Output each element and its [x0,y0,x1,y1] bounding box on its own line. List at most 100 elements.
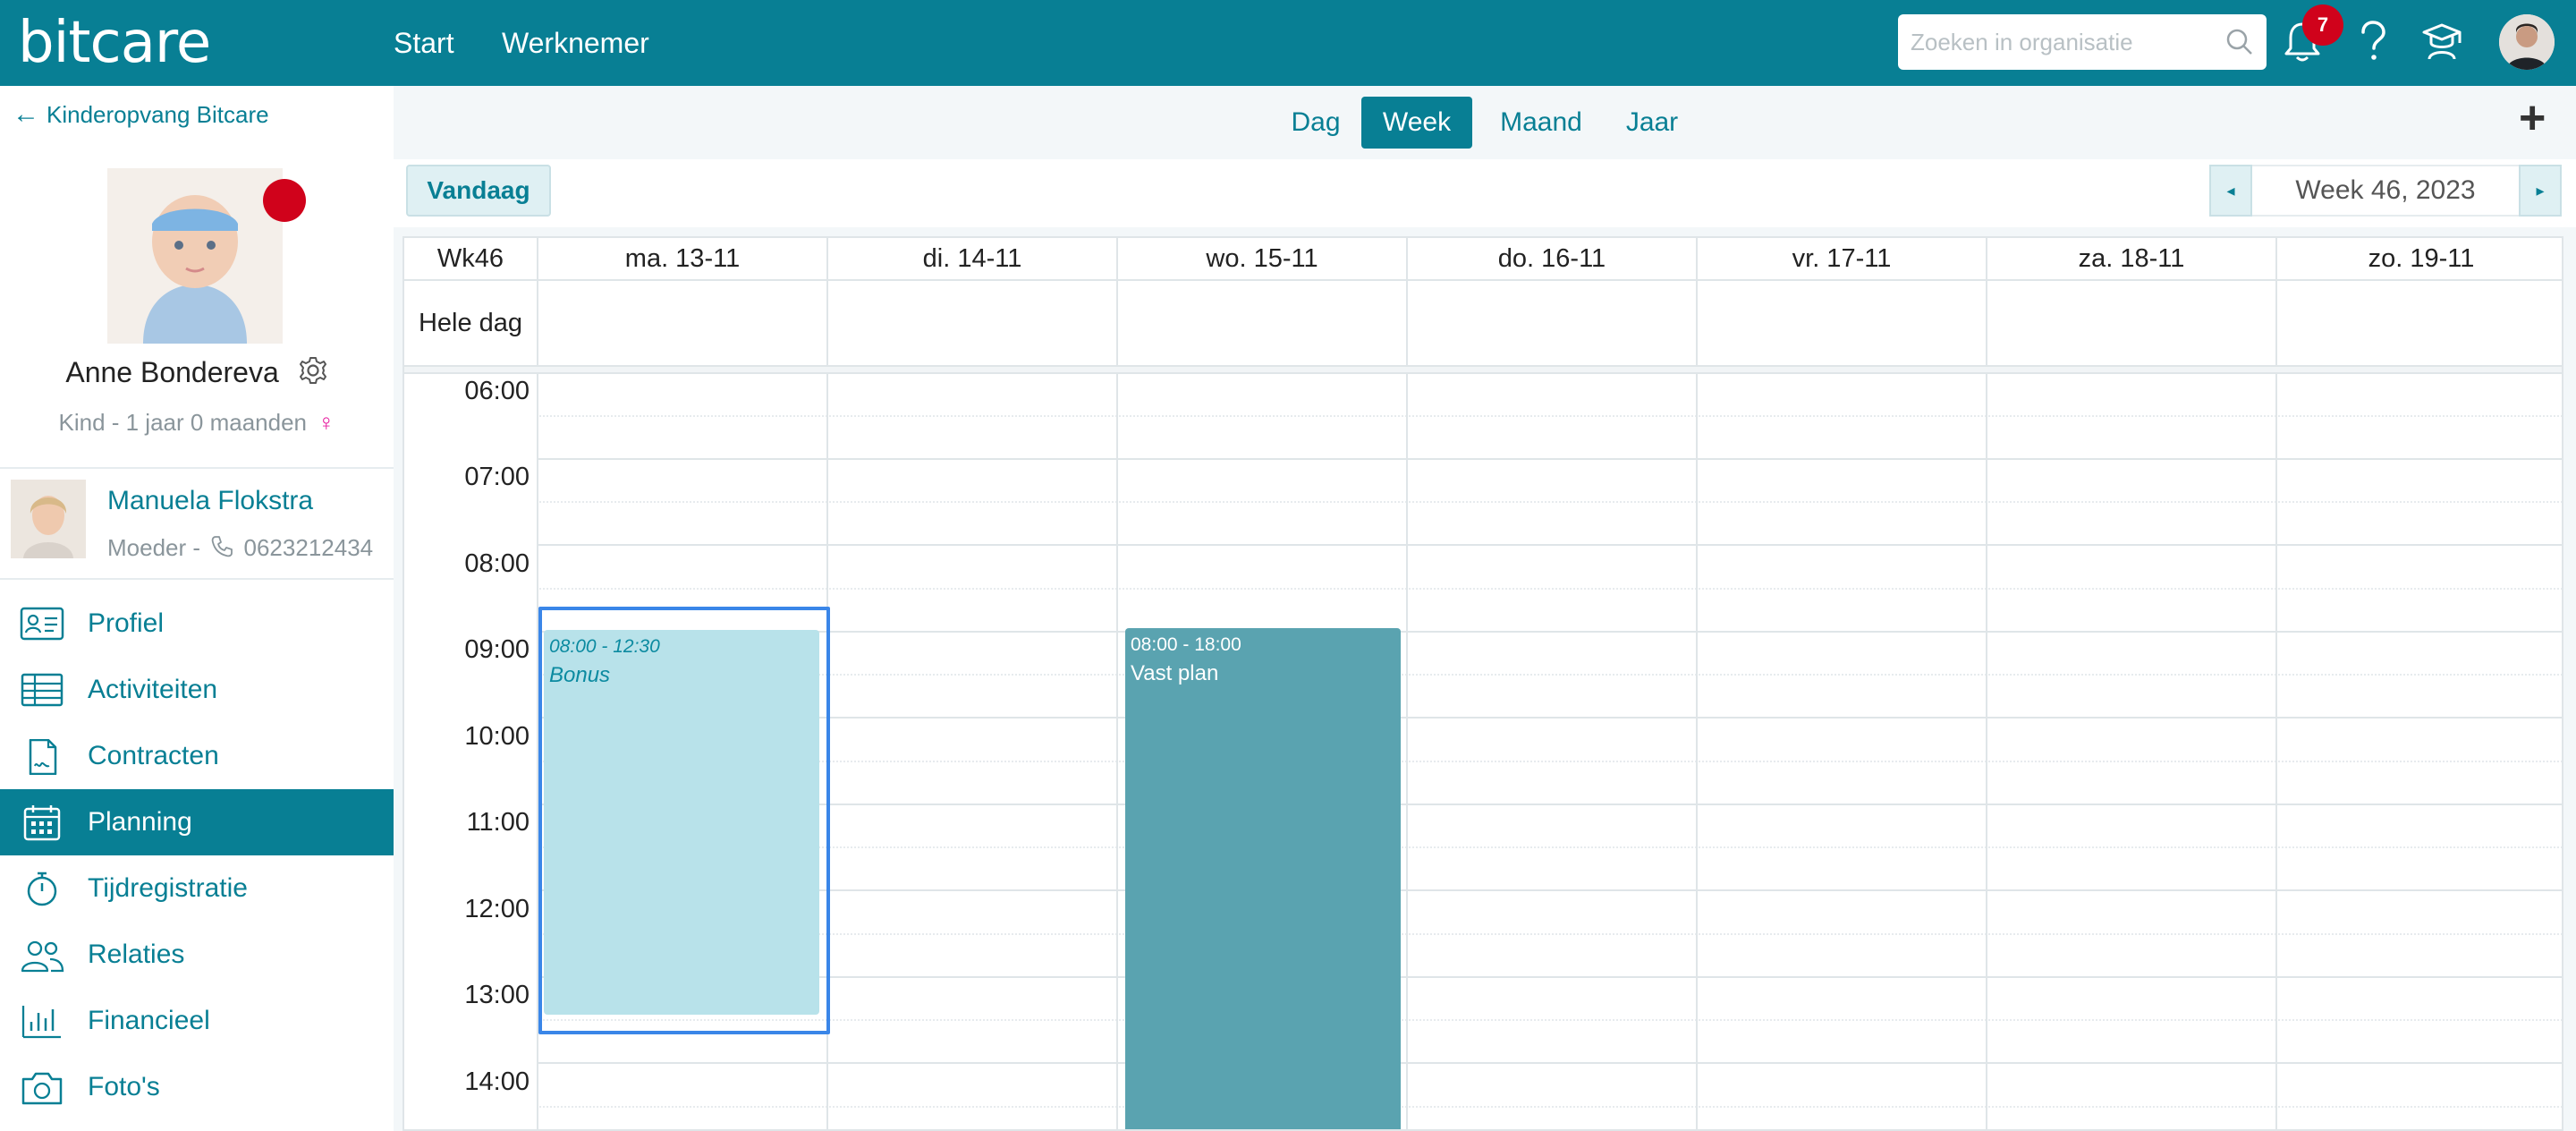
day-header[interactable]: di. 14-11 [828,238,1118,281]
hour-label: 14:00 [464,1067,530,1096]
tab-maand[interactable]: Maand [1483,97,1599,149]
today-button[interactable]: Vandaag [406,165,551,217]
sidebar-item-contracten[interactable]: Contracten [0,723,394,789]
arrow-left-icon: ← [13,99,39,129]
week-number-label: Wk46 [404,238,538,281]
half-hour-line [537,1019,2562,1021]
child-subtitle: Kind - 1 jaar 0 maanden [58,409,307,436]
notification-badge: 7 [2302,4,2343,46]
hour-label: 07:00 [464,463,530,491]
hour-label: 11:00 [466,808,530,837]
id-card-icon [20,607,64,642]
child-name-row: Anne Bondereva [0,354,394,394]
hour-line [537,458,2562,460]
allday-separator [404,365,2562,374]
divider [0,467,394,469]
parent-role: Moeder - [107,534,201,561]
sidebar-item-relaties[interactable]: Relaties [0,922,394,988]
graduation-cap-icon[interactable] [2420,20,2463,69]
child-name: Anne Bondereva [65,356,279,388]
sidebar-item-label: Planning [88,807,192,837]
view-tabs: Dag Week Maand Jaar + [394,86,2576,159]
parent-name[interactable]: Manuela Flokstra [107,485,313,517]
child-photo[interactable] [107,168,283,344]
column-line [1986,374,1987,1129]
half-hour-line [537,761,2562,762]
back-link[interactable]: ← Kinderopvang Bitcare [13,100,269,129]
top-bar: bitcare Start Werknemer 7 [0,0,2576,86]
allday-cell[interactable] [1987,281,2277,365]
half-hour-line [537,1106,2562,1108]
column-line [1406,374,1408,1129]
day-header[interactable]: zo. 19-11 [2277,238,2562,281]
sidebar-item-label: Profiel [88,608,165,638]
prev-week-button[interactable]: ◂ [2209,165,2252,217]
tab-week[interactable]: Week [1361,97,1472,149]
hour-label: 06:00 [464,377,530,405]
camera-icon [20,1070,64,1106]
people-icon [20,938,64,974]
allday-label-cell: Hele dag [404,281,538,365]
day-header[interactable]: ma. 13-11 [538,238,828,281]
day-header[interactable]: vr. 17-11 [1698,238,1987,281]
hour-line [537,976,2562,978]
sidebar-item-label: Tijdregistratie [88,873,248,903]
sidebar-item-financieel[interactable]: Financieel [0,988,394,1054]
tab-jaar[interactable]: Jaar [1603,97,1701,149]
column-line [2275,374,2277,1129]
next-week-button[interactable]: ▸ [2519,165,2562,217]
allday-cell[interactable] [1698,281,1987,365]
allday-label: Hele dag [418,309,523,337]
nav-start[interactable]: Start [394,25,454,61]
sidebar-item-profiel[interactable]: Profiel [0,591,394,657]
sidebar-item-label: Relaties [88,940,185,969]
sidebar-item-fotos[interactable]: Foto's [0,1054,394,1120]
phone-icon [210,535,233,565]
hour-line [537,889,2562,891]
sidebar-item-label: Contracten [88,741,219,770]
divider [0,578,394,580]
calendar-event[interactable]: 08:00 - 18:00 Vast plan [1125,628,1401,1129]
search-input[interactable] [1911,25,2215,59]
app-logo[interactable]: bitcare [18,7,211,79]
half-hour-line [537,933,2562,935]
sidebar-item-planning[interactable]: Planning [0,789,394,855]
hour-label: 13:00 [464,981,530,1009]
sidebar-item-tijdregistratie[interactable]: Tijdregistratie [0,855,394,922]
hour-label: 08:00 [464,549,530,578]
day-header[interactable]: za. 18-11 [1987,238,2277,281]
selected-event-outline [538,607,830,1034]
parent-phone[interactable]: 0623212434 [244,534,374,561]
gear-icon[interactable] [298,355,328,394]
hour-line [537,804,2562,805]
day-header[interactable]: do. 16-11 [1408,238,1698,281]
half-hour-line [537,501,2562,503]
column-line [1696,374,1698,1129]
week-label[interactable]: Week 46, 2023 [2252,165,2519,217]
user-avatar[interactable] [2499,14,2555,70]
column-line [1116,374,1118,1129]
tab-dag[interactable]: Dag [1267,97,1365,149]
hour-label: 10:00 [464,722,530,751]
day-header[interactable]: wo. 15-11 [1118,238,1408,281]
hour-label: 09:00 [464,635,530,664]
sidebar-item-label: Financieel [88,1006,210,1035]
half-hour-line [537,588,2562,590]
search-icon[interactable] [2225,28,2254,61]
half-hour-line [537,415,2562,417]
hour-line [537,1062,2562,1064]
help-icon[interactable] [2358,20,2388,69]
add-button[interactable]: + [2519,95,2546,141]
sidebar-item-activiteiten[interactable]: Activiteiten [0,657,394,723]
parent-photo[interactable] [11,480,86,558]
allday-cell[interactable] [538,281,828,365]
allday-cell[interactable] [828,281,1118,365]
nav-werknemer[interactable]: Werknemer [502,25,649,61]
table-icon [20,673,64,709]
allday-cell[interactable] [1408,281,1698,365]
child-subtitle-row: Kind - 1 jaar 0 maanden ♀ [0,408,394,437]
allday-cell[interactable] [1118,281,1408,365]
hour-label: 12:00 [464,895,530,923]
allday-cell[interactable] [2277,281,2562,365]
sidebar: ← Kinderopvang Bitcare Anne Bondereva Kin… [0,86,394,1131]
